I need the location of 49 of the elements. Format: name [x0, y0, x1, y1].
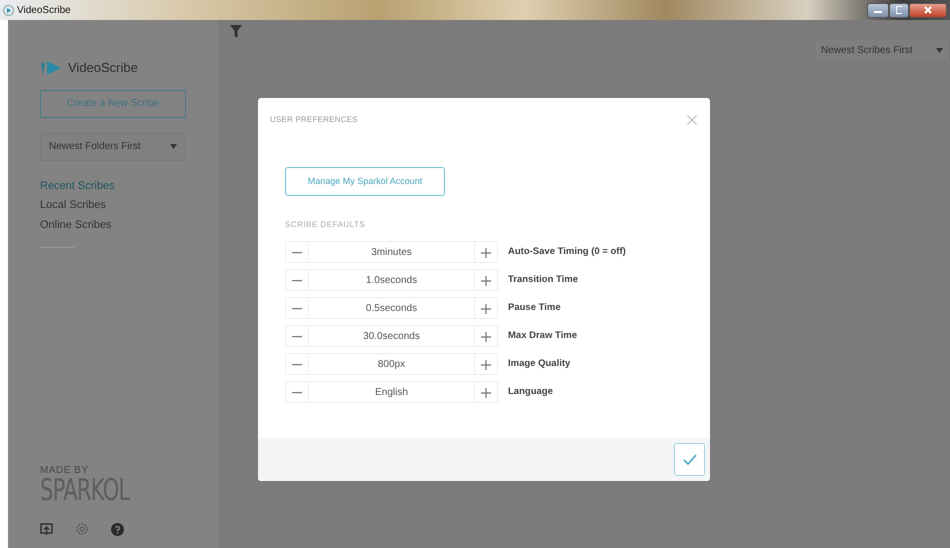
plus-icon — [481, 248, 491, 258]
filter-icon[interactable] — [230, 25, 242, 39]
logo-text: VideoScribe — [68, 59, 138, 77]
setting-stepper[interactable]: 30.0seconds — [285, 325, 498, 347]
window-title: VideoScribe — [17, 4, 71, 18]
plus-icon — [481, 388, 491, 398]
setting-stepper[interactable]: 3minutes — [285, 241, 498, 263]
setting-stepper[interactable]: 0.5seconds — [285, 297, 498, 319]
setting-stepper[interactable]: 1.0seconds — [285, 269, 498, 291]
section-heading: SCRIBE DEFAULTS — [285, 219, 366, 231]
minus-icon — [292, 336, 302, 338]
folder-sort-dropdown[interactable]: Newest Folders First — [40, 132, 186, 160]
sidebar-item[interactable]: Local Scribes — [40, 197, 186, 214]
sidebar-item[interactable]: Recent Scribes — [40, 178, 186, 194]
setting-label: Auto-Save Timing (0 = off) — [508, 244, 626, 259]
minimize-button[interactable] — [867, 2, 889, 18]
maximize-button[interactable] — [889, 2, 909, 18]
plus-icon — [481, 332, 491, 342]
plus-icon — [481, 360, 491, 370]
minus-icon — [292, 364, 302, 366]
sidebar-item[interactable]: Online Scribes — [40, 216, 186, 233]
help-icon[interactable] — [111, 522, 124, 536]
logo-icon — [40, 60, 62, 76]
setting-label: Language — [508, 384, 553, 399]
setting-stepper[interactable]: 800px — [285, 353, 498, 375]
maximize-icon — [896, 6, 902, 14]
close-icon — [924, 6, 932, 14]
plus-icon — [481, 304, 491, 314]
app-icon — [3, 4, 14, 16]
setting-stepper[interactable]: English — [285, 381, 498, 403]
plus-icon — [481, 276, 491, 286]
minus-icon — [292, 308, 302, 310]
manage-account-button[interactable]: Manage My Sparkol Account — [285, 167, 445, 196]
minus-icon — [292, 392, 302, 394]
setting-label: Image Quality — [508, 356, 570, 371]
confirm-button[interactable] — [674, 443, 705, 476]
minus-icon — [292, 280, 302, 282]
dialog-title: USER PREFERENCES — [270, 114, 358, 126]
setting-label: Transition Time — [508, 272, 578, 287]
setting-label: Max Draw Time — [508, 328, 577, 343]
caret-icon — [936, 48, 943, 52]
upload-icon[interactable] — [40, 522, 53, 536]
minus-icon — [292, 252, 302, 254]
made-by-text: MADE BY — [40, 466, 90, 476]
scribe-sort-dropdown[interactable]: Newest Scribes First — [814, 37, 950, 63]
close-button[interactable] — [909, 2, 947, 18]
setting-label: Pause Time — [508, 300, 561, 315]
caret-icon — [170, 144, 177, 149]
check-icon — [682, 454, 696, 465]
